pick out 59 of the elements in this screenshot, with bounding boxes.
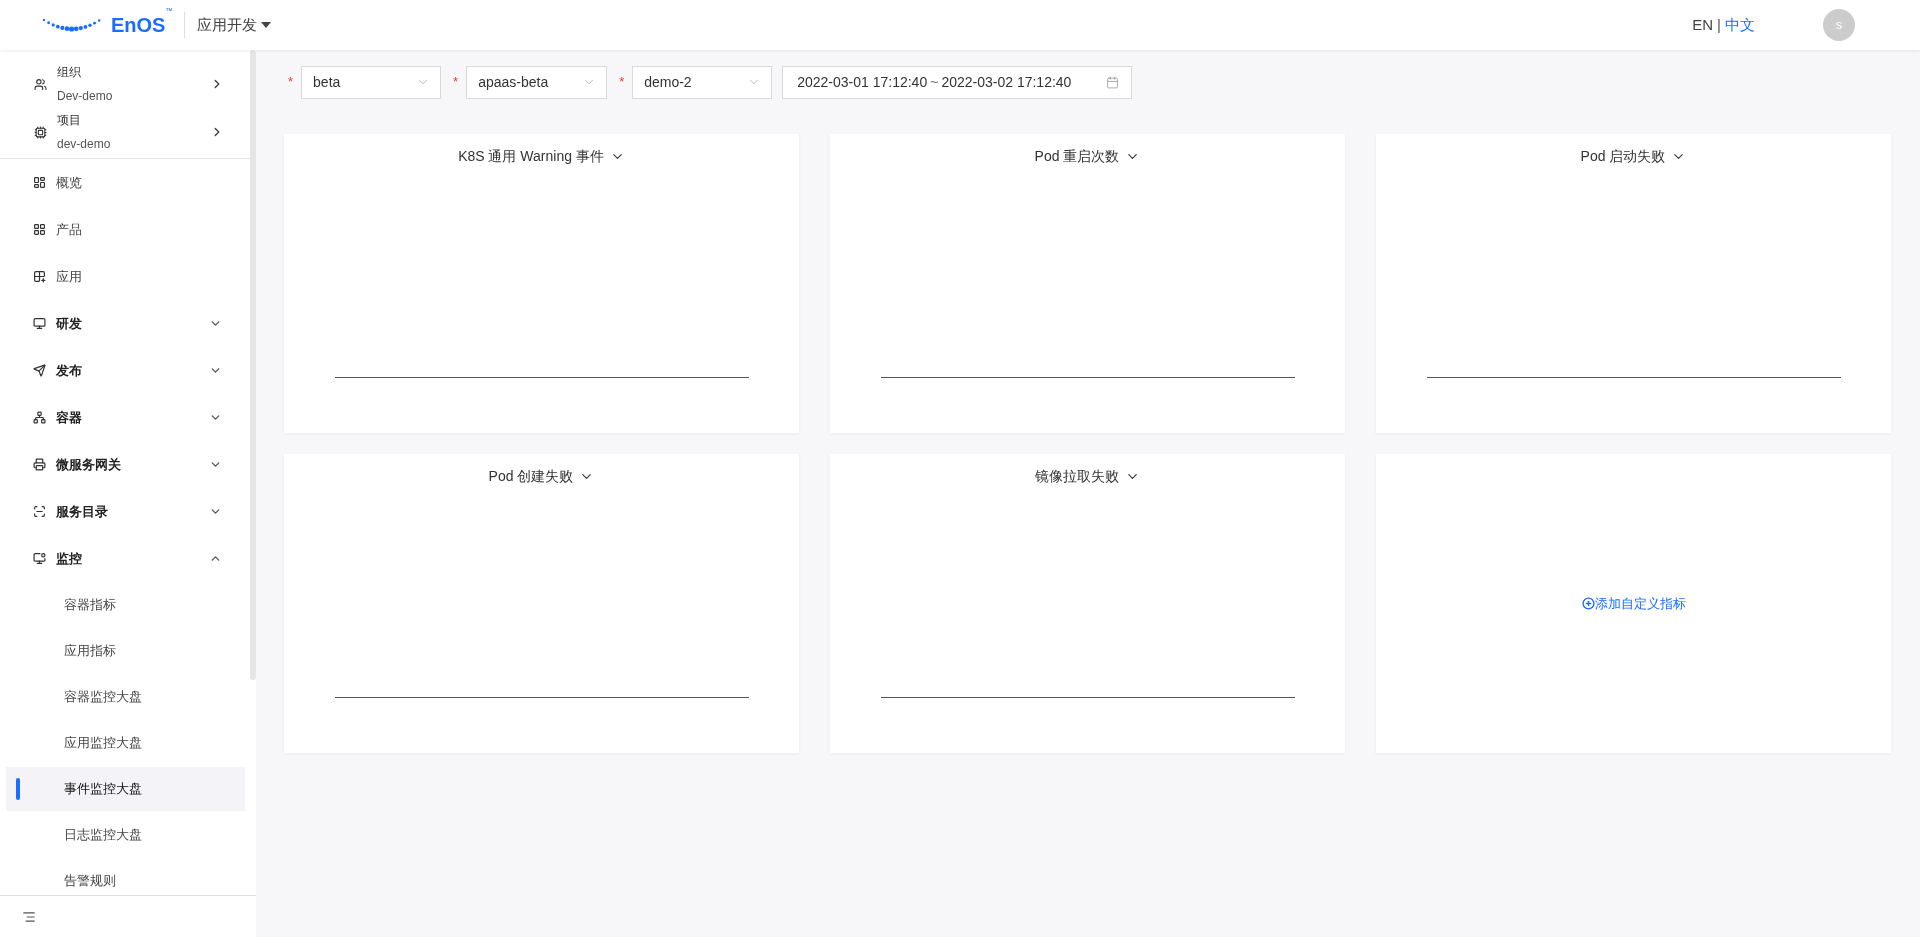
monitor-chart-icon — [33, 552, 46, 565]
required-mark: * — [619, 73, 625, 92]
nav-item[interactable]: 概览 — [0, 159, 250, 206]
nav-item[interactable]: 发布 — [0, 347, 250, 394]
logo-icon — [41, 16, 103, 34]
app-switcher[interactable]: 应用开发 — [197, 13, 272, 37]
metric-dropdown[interactable]: Pod 重启次数 — [1034, 146, 1141, 167]
grid-icon — [33, 223, 46, 236]
language-option[interactable]: EN — [1692, 13, 1714, 37]
date-range-field[interactable]: 2022-03-01 17:12:40 ~ 2022-03-02 17:12:40 — [782, 65, 1133, 99]
paper-plane-icon — [33, 364, 46, 377]
start-date: 2022-03-01 17:12:40 — [797, 72, 928, 92]
nav-item[interactable]: 容器 — [0, 394, 250, 441]
context-label: 项目 — [57, 112, 82, 129]
nav-subitem[interactable]: 容器监控大盘 — [6, 675, 245, 719]
collapse-menu-icon[interactable] — [22, 909, 36, 924]
context-value: dev-demo — [57, 136, 112, 153]
metric-dropdown[interactable]: 镜像拉取失败 — [1035, 466, 1140, 487]
metric-dropdown[interactable]: Pod 启动失败 — [1580, 146, 1687, 167]
plus-circle-icon — [1581, 597, 1595, 610]
select-field[interactable]: beta — [301, 65, 442, 99]
active-indicator — [16, 778, 20, 800]
users-icon — [34, 77, 47, 91]
context-value: Dev-demo — [57, 88, 114, 105]
nav-item[interactable]: 监控 — [0, 535, 250, 582]
required-mark: * — [453, 73, 459, 92]
nav-subitem[interactable]: 应用指标 — [6, 629, 245, 673]
select-field[interactable]: demo-2 — [632, 65, 773, 99]
nav-item[interactable]: 应用 — [0, 253, 250, 300]
chip-icon — [34, 125, 47, 139]
nav-subitem[interactable]: 事件监控大盘 — [6, 767, 245, 811]
nav-item[interactable]: 微服务网关 — [0, 441, 250, 488]
calendar-icon — [1106, 75, 1120, 89]
language-option[interactable]: 中文 — [1725, 13, 1755, 37]
range-separator: ~ — [930, 72, 939, 92]
metric-dropdown[interactable]: K8S 通用 Warning 事件 — [458, 146, 625, 167]
scrollbar[interactable] — [250, 50, 256, 680]
dashboard-icon — [33, 176, 46, 189]
nav-subitem[interactable]: 日志监控大盘 — [6, 813, 245, 857]
add-metric-link[interactable]: 添加自定义指标 — [1581, 593, 1686, 614]
nav-subitem[interactable]: 应用监控大盘 — [6, 721, 245, 765]
monitor-icon — [33, 317, 46, 330]
select-field[interactable]: apaas-beta — [466, 65, 608, 99]
network-icon — [33, 411, 46, 424]
grid-plus-icon — [33, 270, 46, 283]
context-selector[interactable]: 项目 dev-demo — [0, 108, 250, 156]
scan-icon — [33, 505, 46, 518]
context-selector[interactable]: 组织 Dev-demo — [0, 60, 250, 108]
nav-item[interactable]: 服务目录 — [0, 488, 250, 535]
end-date: 2022-03-02 17:12:40 — [941, 72, 1072, 92]
nav-subitem[interactable]: 容器指标 — [6, 583, 245, 627]
context-label: 组织 — [57, 64, 82, 81]
metric-dropdown[interactable]: Pod 创建失败 — [488, 466, 595, 487]
nav-subitem[interactable]: 告警规则 — [6, 859, 245, 895]
nav-item[interactable]: 产品 — [0, 206, 250, 253]
language-separator: | — [1717, 14, 1721, 35]
required-mark: * — [288, 73, 294, 92]
nav-item[interactable]: 研发 — [0, 300, 250, 347]
caret-icon — [261, 22, 272, 28]
